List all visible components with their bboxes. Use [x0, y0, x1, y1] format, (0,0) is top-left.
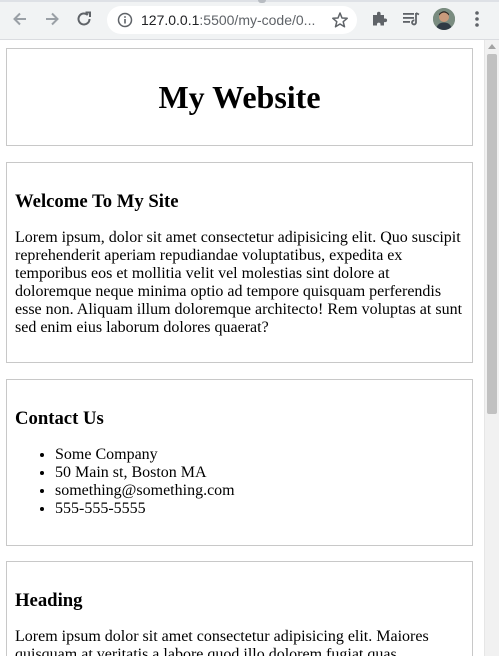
contact-heading: Contact Us [15, 408, 104, 429]
contact-company: Some Company [55, 446, 464, 464]
welcome-heading: Welcome To My Site [15, 191, 179, 212]
site-title: My Website [158, 79, 321, 115]
reload-button[interactable] [73, 8, 95, 30]
contact-phone: 555-555-5555 [55, 500, 464, 518]
profile-avatar[interactable] [433, 8, 455, 30]
contact-email: something@something.com [55, 482, 464, 500]
contact-list: Some Company 50 Main st, Boston MA somet… [15, 446, 464, 518]
info-icon[interactable] [117, 12, 133, 28]
welcome-paragraph: Lorem ipsum, dolor sit amet consectetur … [15, 229, 463, 336]
reload-icon [77, 11, 91, 26]
scroll-up-arrow-icon[interactable] [488, 44, 496, 49]
arrow-left-icon [13, 12, 26, 26]
back-button[interactable] [9, 8, 31, 30]
avatar-icon [433, 8, 455, 30]
tab-strip [0, 0, 499, 2]
scrollbar-thumb[interactable] [487, 54, 497, 414]
arrow-right-icon [46, 12, 59, 26]
contact-section: Contact Us Some Company 50 Main st, Bost… [6, 379, 473, 546]
url-path: :5500/my-code/0... [199, 12, 316, 28]
tab-edge [258, 0, 266, 3]
page-viewport: My Website Welcome To My Site Lorem ipsu… [0, 40, 484, 656]
site-header: My Website [6, 48, 473, 146]
url-host: 127.0.0.1 [141, 12, 200, 28]
address-bar[interactable]: 127.0.0.1:5500/my-code/0... [107, 6, 357, 34]
third-section: Heading Lorem ipsum dolor sit amet conse… [6, 561, 473, 656]
kebab-menu-icon[interactable] [469, 9, 485, 29]
star-icon[interactable] [331, 11, 349, 29]
welcome-section: Welcome To My Site Lorem ipsum, dolor si… [6, 162, 473, 363]
forward-button[interactable] [41, 8, 63, 30]
puzzle-icon[interactable] [369, 9, 389, 29]
url-text[interactable]: 127.0.0.1:5500/my-code/0... [141, 6, 323, 34]
vertical-scrollbar[interactable] [484, 40, 499, 656]
third-paragraph: Lorem ipsum dolor sit amet consectetur a… [15, 628, 429, 656]
browser-toolbar: 127.0.0.1:5500/my-code/0... [0, 0, 499, 40]
third-heading: Heading [15, 590, 83, 611]
contact-address: 50 Main st, Boston MA [55, 464, 464, 482]
media-queue-icon[interactable] [401, 9, 421, 29]
